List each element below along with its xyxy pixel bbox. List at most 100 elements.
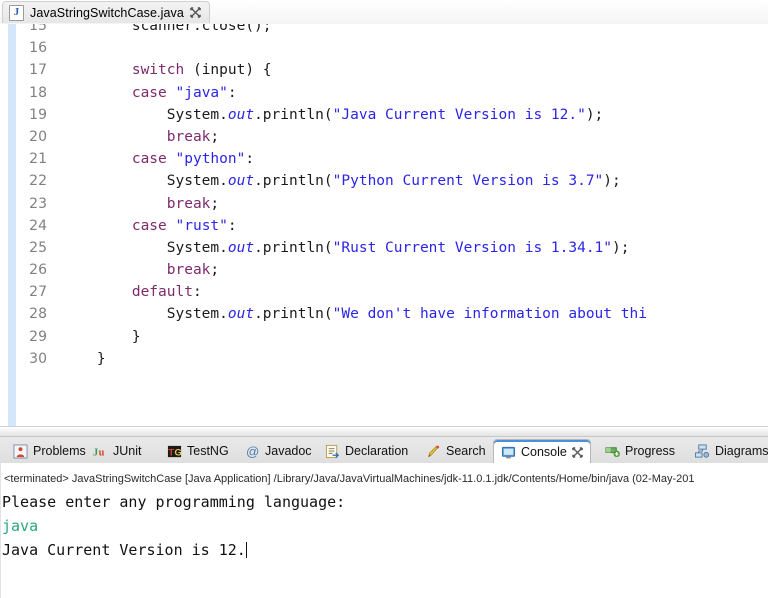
code-line-text: break;: [62, 259, 219, 281]
editor-tab-javastringswitchcase[interactable]: JavaStringSwitchCase.java: [2, 1, 210, 23]
testng-icon: TG: [167, 444, 182, 459]
svg-text:G: G: [175, 447, 182, 457]
view-tab-diagrams[interactable]: Diagrams: [688, 439, 768, 464]
code-line: 27 default:: [0, 281, 768, 303]
code-line: 25 System.out.println("Rust Current Vers…: [0, 237, 768, 259]
code-line-text: break;: [62, 193, 219, 215]
console-output-line: Java Current Version is 12.: [2, 538, 768, 562]
code-line-text: switch (input) {: [62, 59, 272, 81]
line-number: 24: [0, 215, 47, 237]
console-output-line: Please enter any programming language:: [2, 490, 768, 514]
code-line-text: }: [62, 348, 106, 370]
svg-text:u: u: [99, 447, 105, 458]
console-icon: [501, 445, 516, 460]
code-line: 18 case "java":: [0, 82, 768, 104]
code-line-text: System.out.println("Rust Current Version…: [62, 237, 629, 259]
code-line-text: case "python":: [62, 148, 254, 170]
code-line: 17 switch (input) {: [0, 59, 768, 81]
code-line: 26 break;: [0, 259, 768, 281]
view-tab-label: JUnit: [113, 445, 141, 458]
code-line-text: }: [62, 326, 141, 348]
view-tab-label: Javadoc: [265, 445, 312, 458]
line-number: 16: [0, 37, 47, 59]
console-input-line: java: [2, 514, 768, 538]
progress-icon: [605, 444, 620, 459]
view-tab-label: TestNG: [187, 445, 229, 458]
text-caret: [246, 542, 247, 558]
view-tab-declaration[interactable]: Declaration: [318, 439, 415, 464]
junit-icon: Ju: [93, 444, 108, 459]
java-file-icon: [9, 5, 24, 21]
editor-tab-label: JavaStringSwitchCase.java: [30, 6, 184, 20]
console-view[interactable]: <terminated> JavaStringSwitchCase [Java …: [0, 463, 768, 598]
line-number: 23: [0, 193, 47, 215]
code-line: 24 case "rust":: [0, 215, 768, 237]
line-number: 19: [0, 104, 47, 126]
editor-tab-bar: JavaStringSwitchCase.java: [0, 0, 768, 25]
declaration-icon: [325, 444, 340, 459]
code-line-text: case "java":: [62, 82, 237, 104]
view-tab-label: Declaration: [345, 445, 408, 458]
line-number: 18: [0, 82, 47, 104]
console-line-text: Please enter any programming language:: [2, 493, 345, 511]
view-tab-problems[interactable]: Problems: [6, 439, 93, 464]
view-tab-testng[interactable]: TG TestNG: [160, 439, 236, 464]
line-number: 30: [0, 348, 47, 370]
eclipse-ide-window: JavaStringSwitchCase.java 15 scanner.clo…: [0, 0, 768, 598]
code-line: 23 break;: [0, 193, 768, 215]
line-number: 22: [0, 170, 47, 192]
line-number: 20: [0, 126, 47, 148]
svg-text:T: T: [168, 447, 174, 457]
problems-icon: [13, 444, 28, 459]
svg-text:J: J: [93, 447, 98, 458]
code-line-text: case "rust":: [62, 215, 237, 237]
code-line-text: System.out.println("We don't have inform…: [62, 303, 647, 325]
code-line: 16: [0, 37, 768, 59]
line-number: 26: [0, 259, 47, 281]
code-line-text: scanner.close();: [62, 24, 272, 37]
code-line-text: System.out.println("Java Current Version…: [62, 104, 603, 126]
code-line: 21 case "python":: [0, 148, 768, 170]
code-line-text: default:: [62, 281, 202, 303]
line-number: 27: [0, 281, 47, 303]
view-tab-junit[interactable]: Ju JUnit: [86, 439, 148, 464]
code-line: 20 break;: [0, 126, 768, 148]
code-line: 15 scanner.close();: [0, 24, 768, 37]
view-tab-label: Progress: [625, 445, 675, 458]
console-output[interactable]: Please enter any programming language: ja…: [2, 490, 768, 562]
line-number: 28: [0, 303, 47, 325]
line-number: 21: [0, 148, 47, 170]
view-tab-label: Problems: [33, 445, 86, 458]
view-tab-label: Search: [446, 445, 486, 458]
line-number: 25: [0, 237, 47, 259]
code-line: 29 }: [0, 326, 768, 348]
line-number: 29: [0, 326, 47, 348]
line-number: 15: [0, 24, 47, 37]
code-editor[interactable]: 15 scanner.close();1617 switch (input) {…: [0, 24, 768, 426]
close-icon[interactable]: [572, 447, 583, 458]
console-line-text: Java Current Version is 12.: [2, 541, 246, 559]
search-icon: [426, 444, 441, 459]
console-line-text: java: [2, 517, 38, 535]
code-line-text: System.out.println("Python Current Versi…: [62, 170, 621, 192]
close-icon[interactable]: [190, 7, 201, 18]
javadoc-icon: @: [245, 444, 260, 459]
code-line: 19 System.out.println("Java Current Vers…: [0, 104, 768, 126]
view-tab-console[interactable]: Console: [493, 439, 591, 464]
code-line: 30 }: [0, 348, 768, 370]
view-tab-progress[interactable]: Progress: [598, 439, 682, 464]
console-launch-header: <terminated> JavaStringSwitchCase [Java …: [4, 473, 768, 485]
view-tab-label: Diagrams: [715, 445, 768, 458]
view-tab-label: Console: [521, 446, 567, 459]
code-text-area[interactable]: 15 scanner.close();1617 switch (input) {…: [0, 24, 768, 417]
code-line: 22 System.out.println("Python Current Ve…: [0, 170, 768, 192]
svg-text:@: @: [246, 444, 259, 459]
bottom-view-tab-bar: Problems Ju JUnit TG TestNG @ Javadoc Declarati…: [0, 436, 768, 465]
console-left-divider: [0, 463, 1, 598]
view-tab-search[interactable]: Search: [419, 439, 493, 464]
view-tab-javadoc[interactable]: @ Javadoc: [238, 439, 319, 464]
code-line-text: break;: [62, 126, 219, 148]
diagrams-icon: [695, 444, 710, 459]
code-line: 28 System.out.println("We don't have inf…: [0, 303, 768, 325]
line-number: 17: [0, 59, 47, 81]
